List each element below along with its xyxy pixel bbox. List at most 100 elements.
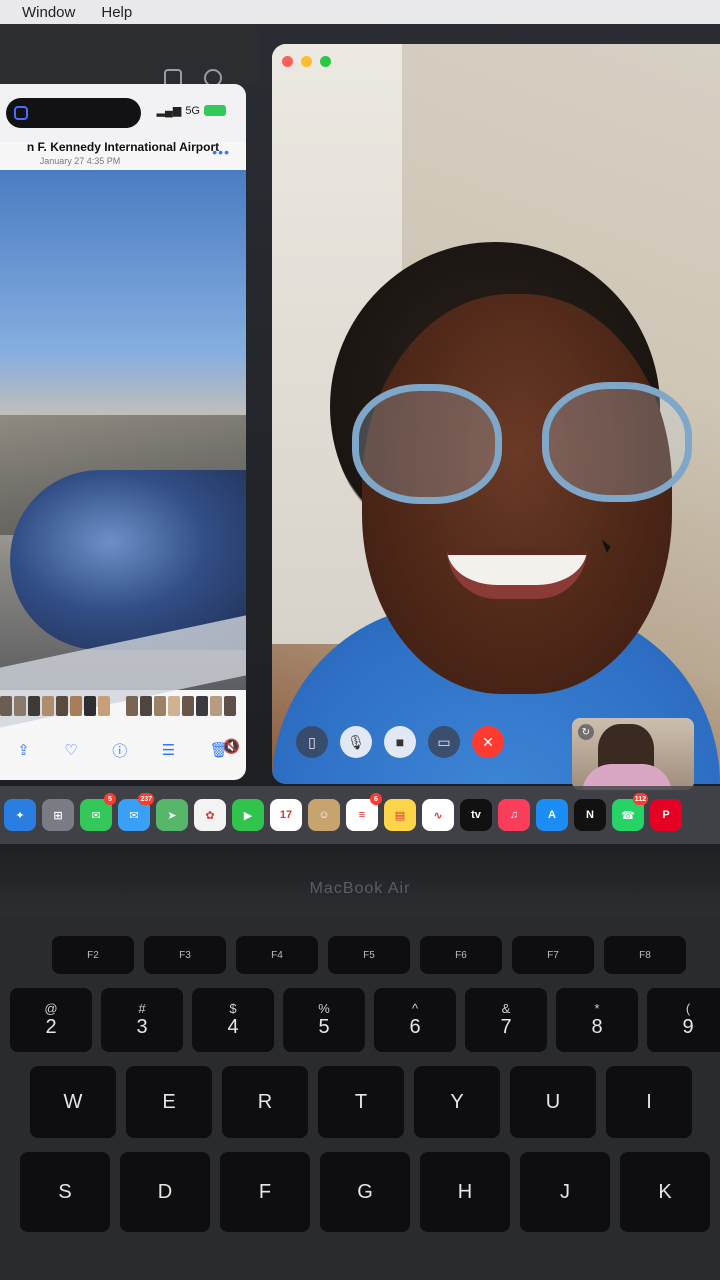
key-symbol: *: [594, 1001, 600, 1016]
self-view-preview[interactable]: ↻: [572, 718, 694, 790]
key-label: 8: [591, 1016, 603, 1038]
function-key[interactable]: F4: [236, 936, 318, 974]
key-label: 6: [409, 1016, 421, 1038]
photo-thumbnail[interactable]: [224, 696, 236, 716]
letter-key[interactable]: E: [126, 1066, 212, 1138]
music-app-icon[interactable]: ♫: [498, 799, 530, 831]
netflix-app-icon[interactable]: N: [574, 799, 606, 831]
photo-thumbnail[interactable]: [126, 696, 138, 716]
letter-key[interactable]: S: [20, 1152, 110, 1232]
photo-thumbnail-strip[interactable]: [0, 696, 246, 720]
messages-app-icon[interactable]: ✉ 5: [80, 793, 116, 831]
video-icon[interactable]: ■: [384, 726, 416, 758]
laptop-bezel: [0, 844, 720, 914]
letter-key[interactable]: T: [318, 1066, 404, 1138]
photos-app-icon[interactable]: ✿: [194, 799, 226, 831]
key-label: T: [354, 1090, 368, 1113]
key-label: 4: [227, 1016, 239, 1038]
zoom-window-button[interactable]: [320, 56, 331, 67]
adjust-icon[interactable]: ☰: [162, 741, 175, 759]
facetime-app-icon[interactable]: ▶: [232, 799, 264, 831]
letter-key[interactable]: D: [120, 1152, 210, 1232]
rotate-camera-icon[interactable]: ↻: [578, 724, 594, 740]
pinterest-app-icon[interactable]: P: [650, 799, 682, 831]
number-key[interactable]: $4: [192, 988, 274, 1052]
function-key[interactable]: F5: [328, 936, 410, 974]
trash-icon[interactable]: 🗑: [210, 741, 229, 759]
letter-key[interactable]: K: [620, 1152, 710, 1232]
mail-app-icon[interactable]: ✉ 237: [118, 793, 154, 831]
maps-app-icon[interactable]: ➤: [156, 799, 188, 831]
key-label: R: [257, 1090, 273, 1113]
number-key[interactable]: * 8: [556, 988, 638, 1052]
photo-thumbnail[interactable]: [56, 696, 68, 716]
launchpad-app-icon[interactable]: ⊞: [42, 799, 74, 831]
whatsapp-app-icon[interactable]: ☎ 112: [612, 793, 648, 831]
reminders-app-icon[interactable]: ≡ 6: [346, 793, 382, 831]
letter-key[interactable]: G: [320, 1152, 410, 1232]
key-label: Y: [450, 1090, 464, 1113]
safari-app-icon[interactable]: ✦: [4, 799, 36, 831]
letter-key[interactable]: H: [420, 1152, 510, 1232]
keyboard: F2 F3 F4 F5 F6 F7 F8 @2 #3 $4% 5 ^ 6 & 7 * 8(9 W E R T Y U I S D F…: [0, 914, 720, 1280]
mic-icon[interactable]: 🎙: [340, 726, 372, 758]
close-window-button[interactable]: [282, 56, 293, 67]
photo-date: January 27 4:35 PM: [39, 156, 121, 166]
notes-app-icon[interactable]: ▤: [384, 799, 416, 831]
letter-key[interactable]: I: [606, 1066, 692, 1138]
phone-status-bar: ▂▄▆ 5G: [0, 84, 246, 142]
photo-thumbnail[interactable]: [196, 696, 208, 716]
minimize-window-button[interactable]: [301, 56, 312, 67]
ellipsis-icon[interactable]: •••: [212, 144, 230, 160]
photo-thumbnail[interactable]: [42, 696, 54, 716]
function-key[interactable]: F8: [604, 936, 686, 974]
function-key[interactable]: F7: [512, 936, 594, 974]
letter-key[interactable]: F: [220, 1152, 310, 1232]
photo-thumbnail[interactable]: [84, 696, 96, 716]
photo-thumbnail[interactable]: [182, 696, 194, 716]
photo-thumbnail[interactable]: [28, 696, 40, 716]
sidebar-icon[interactable]: ▯: [296, 726, 328, 758]
share-screen-icon[interactable]: ▭: [428, 726, 460, 758]
number-key[interactable]: ^ 6: [374, 988, 456, 1052]
photo-thumbnail[interactable]: [210, 696, 222, 716]
tv-app-icon[interactable]: tv: [460, 799, 492, 831]
photo-thumbnail[interactable]: [140, 696, 152, 716]
photo-thumbnail[interactable]: [0, 696, 12, 716]
photo-thumbnail[interactable]: [168, 696, 180, 716]
airport-photo[interactable]: 🔇: [0, 170, 246, 754]
photo-thumbnail[interactable]: [154, 696, 166, 716]
notes-glyph: ▤: [394, 809, 406, 822]
photo-thumbnail[interactable]: [14, 696, 26, 716]
function-key[interactable]: F3: [144, 936, 226, 974]
info-icon[interactable]: ⓘ: [112, 740, 127, 761]
number-key[interactable]: @2: [10, 988, 92, 1052]
share-icon[interactable]: ⇪: [17, 741, 30, 759]
menu-help[interactable]: Help: [101, 4, 132, 21]
number-key[interactable]: #3: [101, 988, 183, 1052]
app-store-app-icon[interactable]: A: [536, 799, 568, 831]
calendar-app-icon[interactable]: 17: [270, 799, 302, 831]
function-key[interactable]: F2: [52, 936, 134, 974]
number-key[interactable]: (9: [647, 988, 720, 1052]
contacts-app-icon[interactable]: ☺: [308, 799, 340, 831]
end-call-icon[interactable]: ✕: [472, 726, 504, 758]
menu-window[interactable]: Window: [22, 4, 75, 21]
key-label: H: [457, 1180, 473, 1203]
photo-thumbnail[interactable]: [98, 696, 110, 716]
photo-thumbnail[interactable]: [70, 696, 82, 716]
key-label: I: [646, 1090, 652, 1113]
number-key[interactable]: & 7: [465, 988, 547, 1052]
letter-key[interactable]: R: [222, 1066, 308, 1138]
letter-key[interactable]: J: [520, 1152, 610, 1232]
key-symbol: &: [501, 1001, 511, 1016]
heart-icon[interactable]: ♡: [64, 741, 77, 759]
freeform-app-icon[interactable]: ∿: [422, 799, 454, 831]
letter-key[interactable]: W: [30, 1066, 116, 1138]
letter-key[interactable]: Y: [414, 1066, 500, 1138]
app-store-glyph: A: [548, 809, 556, 821]
function-key[interactable]: F6: [420, 936, 502, 974]
maps-glyph: ➤: [167, 809, 177, 822]
number-key[interactable]: % 5: [283, 988, 365, 1052]
letter-key[interactable]: U: [510, 1066, 596, 1138]
